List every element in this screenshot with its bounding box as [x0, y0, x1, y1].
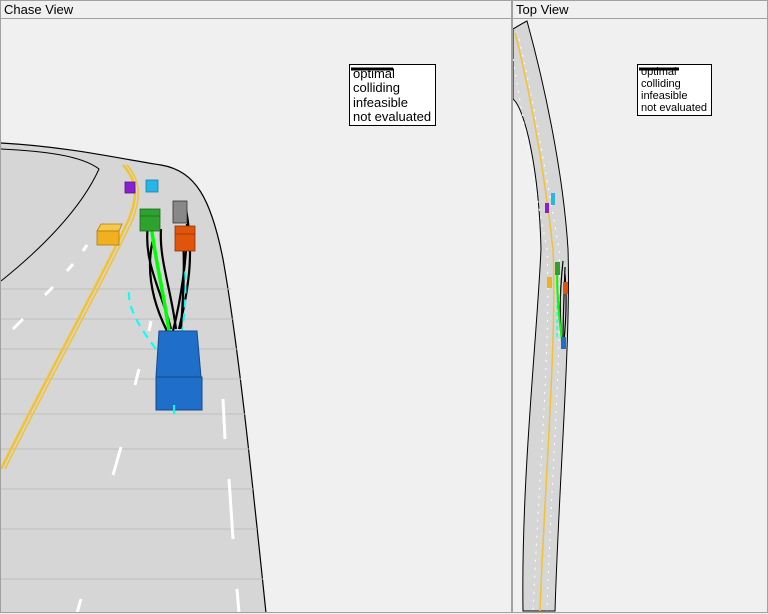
vehicle-green: [139, 208, 161, 232]
top-vehicle-cyan: [551, 193, 555, 205]
chase-view-panel: Chase View optimal colliding infeasible …: [0, 0, 512, 613]
top-legend-items: optimal colliding infeasible not evaluated: [639, 66, 708, 114]
legend-entry-infeasible: infeasible: [351, 67, 431, 110]
legend-entry-not-evaluated: not evaluated: [351, 67, 432, 125]
legend-label: infeasible: [353, 94, 408, 110]
vehicle-orange: [174, 225, 196, 252]
legend-line-sample: [639, 67, 679, 71]
chase-legend-items: optimal colliding infeasible not evaluated: [351, 66, 432, 125]
top-view-title: Top View: [513, 1, 767, 19]
legend-label: not evaluated: [641, 102, 708, 114]
top-view-panel: Top View optimal colliding infeasible no…: [512, 0, 768, 613]
road-surface: [1, 143, 266, 612]
vehicle-gray-far: [172, 200, 188, 224]
legend-label: colliding: [353, 80, 400, 96]
ego-vehicle: [155, 330, 203, 414]
top-legend: optimal colliding infeasible not evaluated: [637, 64, 713, 116]
legend-label: colliding: [641, 78, 681, 90]
legend-label: not evaluated: [353, 109, 432, 125]
vehicle-cyan: [145, 179, 159, 193]
legend-entry-not-evaluated: not evaluated: [639, 67, 708, 114]
legend-entry-infeasible: infeasible: [639, 67, 707, 102]
chase-view-canvas[interactable]: optimal colliding infeasible not evaluated: [1, 19, 511, 612]
top-vehicle-yellow: [547, 277, 552, 288]
legend-entry-colliding: colliding: [351, 67, 431, 96]
vehicle-purple: [124, 181, 136, 194]
legend-entry-colliding: colliding: [639, 67, 707, 90]
vehicle-yellow: [96, 223, 123, 246]
top-vehicle-ego: [561, 337, 566, 349]
chase-legend: optimal colliding infeasible not evaluated: [349, 64, 437, 126]
top-vehicle-purple: [545, 203, 549, 213]
legend-label: infeasible: [641, 90, 688, 102]
top-vehicle-orange: [563, 282, 568, 294]
top-vehicle-green: [555, 262, 560, 275]
chase-view-title: Chase View: [1, 1, 511, 19]
top-view-canvas[interactable]: optimal colliding infeasible not evaluated: [513, 19, 767, 612]
legend-line-sample: [351, 67, 393, 71]
